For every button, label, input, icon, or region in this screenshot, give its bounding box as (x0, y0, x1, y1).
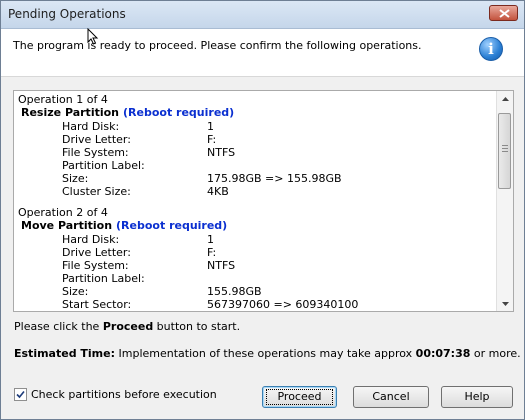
operation-property-row: Size: 155.98GB (18, 285, 493, 298)
proceed-button-label: Proceed (266, 389, 333, 405)
operation-property-row: Partition Label: (18, 159, 493, 172)
property-key: Partition Label: (62, 159, 145, 172)
reboot-required-note: (Reboot required) (116, 219, 228, 232)
reboot-required-note: (Reboot required) (123, 106, 235, 119)
help-button-label: Help (464, 390, 490, 403)
operation-block: Operation 2 of 4 Move Partition (Reboot re… (18, 206, 493, 311)
estimate-suffix: or more. (470, 347, 521, 360)
property-key: File System: (62, 259, 129, 272)
scroll-thumb[interactable] (498, 113, 511, 189)
property-key: Start Sector: (62, 298, 132, 311)
mouse-cursor-icon (87, 28, 99, 45)
scroll-grip (502, 145, 508, 153)
property-key: Hard Disk: (62, 120, 120, 133)
window-title: Pending Operations (8, 7, 126, 21)
cancel-button[interactable]: Cancel (353, 386, 429, 408)
proceed-button[interactable]: Proceed (262, 386, 337, 408)
operation-property-row: Start Sector: 567397060 => 609340100 (18, 298, 493, 311)
operation-title-line: Resize Partition (Reboot required) (18, 106, 493, 120)
instruction-keyword: Proceed (102, 320, 154, 333)
property-key: Drive Letter: (62, 246, 131, 259)
operation-property-row: Drive Letter: F: (18, 246, 493, 259)
check-partitions-label: Check partitions before execution (31, 388, 217, 401)
checkmark-icon (16, 390, 25, 399)
property-value: NTFS (207, 259, 236, 272)
property-value: F: (207, 133, 217, 146)
operation-property-row: File System: NTFS (18, 259, 493, 272)
property-key: Hard Disk: (62, 233, 120, 246)
estimate-text: Implementation of these operations may t… (115, 347, 416, 360)
estimate-label: Estimated Time: (14, 347, 115, 360)
property-value: 567397060 => 609340100 (207, 298, 359, 311)
property-key: Cluster Size: (62, 185, 131, 198)
operation-property-row: Hard Disk: 1 (18, 120, 493, 133)
title-bar: Pending Operations (1, 1, 524, 29)
check-partitions-option[interactable]: Check partitions before execution (14, 388, 217, 401)
pending-operations-dialog: Pending Operations The program is ready … (0, 0, 525, 420)
scroll-up-button[interactable] (497, 91, 513, 106)
operation-property-row: Size: 175.98GB => 155.98GB (18, 172, 493, 185)
instruction-text: Please click the Proceed button to start… (14, 320, 240, 333)
operations-list[interactable]: Operation 1 of 4 Resize Partition (Reboot … (13, 90, 514, 312)
property-key: File System: (62, 146, 129, 159)
header-message: The program is ready to proceed. Please … (13, 39, 422, 52)
header-panel: The program is ready to proceed. Please … (1, 29, 524, 77)
arrow-down-icon (501, 301, 509, 306)
scroll-down-button[interactable] (497, 296, 513, 311)
property-value: 1 (207, 233, 214, 246)
operation-title: Move Partition (21, 219, 113, 232)
property-key: Size: (62, 285, 89, 298)
operation-property-row: Cluster Size: 4KB (18, 185, 493, 198)
instruction-prefix: Please click the (14, 320, 103, 333)
operations-content: Operation 1 of 4 Resize Partition (Reboot … (18, 93, 493, 311)
operation-property-row: File System: NTFS (18, 146, 493, 159)
operation-counter: Operation 2 of 4 (18, 206, 108, 219)
property-value: NTFS (207, 146, 236, 159)
property-value: 4KB (207, 185, 229, 198)
estimate-time: 00:07:38 (415, 347, 471, 360)
operation-property-row: Drive Letter: F: (18, 133, 493, 146)
property-key: Partition Label: (62, 272, 145, 285)
operation-title-line: Move Partition (Reboot required) (18, 219, 493, 233)
property-value: 175.98GB => 155.98GB (207, 172, 342, 185)
check-partitions-checkbox[interactable] (14, 388, 27, 401)
vertical-scrollbar[interactable] (496, 91, 513, 311)
help-button[interactable]: Help (441, 386, 513, 408)
property-value: 1 (207, 120, 214, 133)
property-value: F: (207, 246, 217, 259)
operation-property-row: Hard Disk: 1 (18, 233, 493, 246)
property-value: 155.98GB (207, 285, 262, 298)
close-button[interactable] (489, 5, 518, 21)
close-icon (499, 9, 510, 18)
instruction-suffix: button to start. (153, 320, 241, 333)
operation-property-row: Partition Label: (18, 272, 493, 285)
cancel-button-label: Cancel (372, 390, 410, 403)
info-icon: i (479, 37, 503, 61)
operation-block: Operation 1 of 4 Resize Partition (Reboot … (18, 93, 493, 198)
arrow-up-icon (501, 96, 509, 101)
property-key: Drive Letter: (62, 133, 131, 146)
operation-counter: Operation 1 of 4 (18, 93, 108, 106)
estimated-time: Estimated Time: Implementation of these … (14, 347, 521, 360)
property-key: Size: (62, 172, 89, 185)
operation-title: Resize Partition (21, 106, 120, 119)
